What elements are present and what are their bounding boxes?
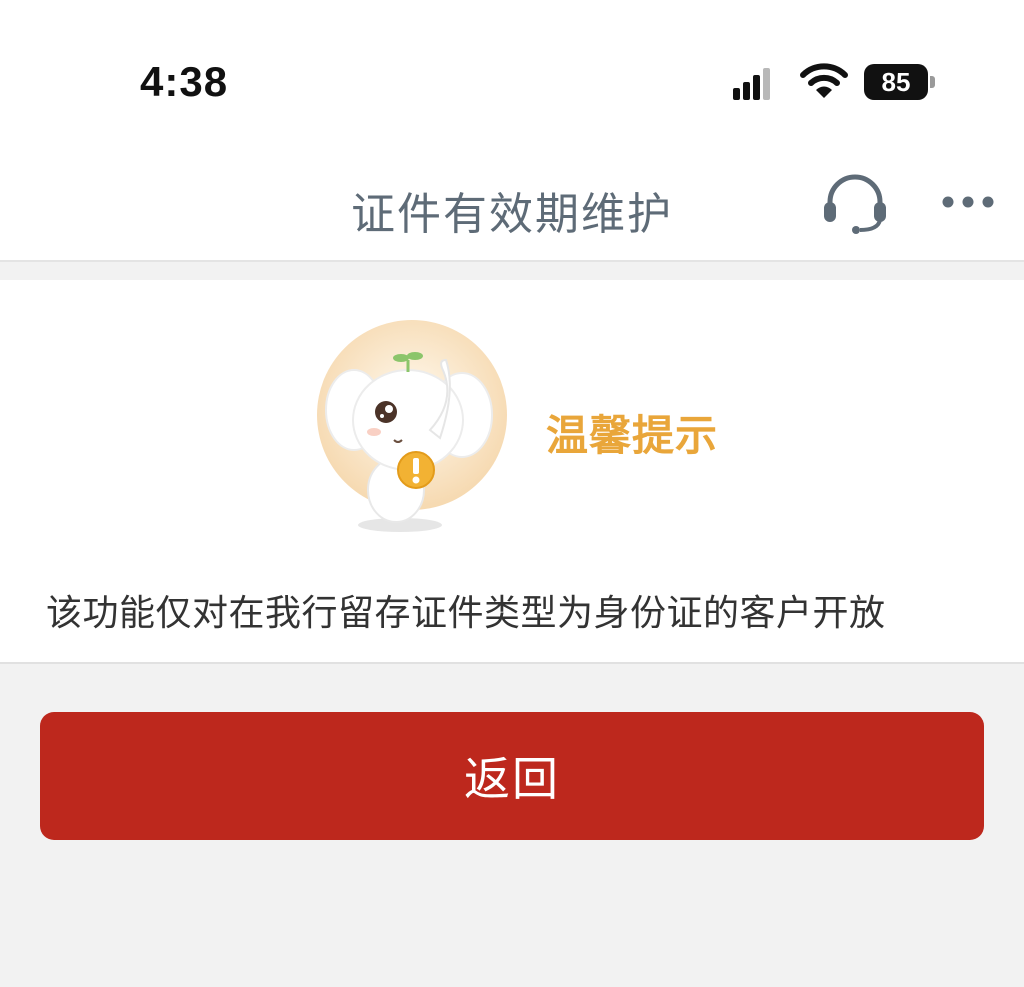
headset-icon[interactable]: [820, 172, 890, 234]
notice-message: 该功能仅对在我行留存证件类型为身份证的客户开放: [46, 593, 886, 634]
battery-cap: [930, 76, 935, 88]
back-button[interactable]: 返回: [40, 712, 984, 840]
battery-icon: 85: [864, 64, 936, 100]
wifi-icon: [800, 63, 848, 98]
status-time: 4:38: [140, 58, 229, 105]
more-icon[interactable]: [940, 194, 996, 210]
page: 4:38 85 证件有效期维护 温馨提示 该功能仅对在我行留存证件类型为身份证的…: [0, 0, 1024, 987]
nav-bar: 证件有效期维护: [0, 150, 1024, 262]
signal-icon: [733, 68, 770, 100]
battery-level: 85: [864, 64, 928, 100]
status-bar: 4:38 85: [0, 0, 1024, 150]
elephant-mascot-icon: [317, 320, 507, 532]
notice-title: 温馨提示: [546, 411, 719, 460]
notice-card: 温馨提示 该功能仅对在我行留存证件类型为身份证的客户开放: [0, 280, 1024, 664]
